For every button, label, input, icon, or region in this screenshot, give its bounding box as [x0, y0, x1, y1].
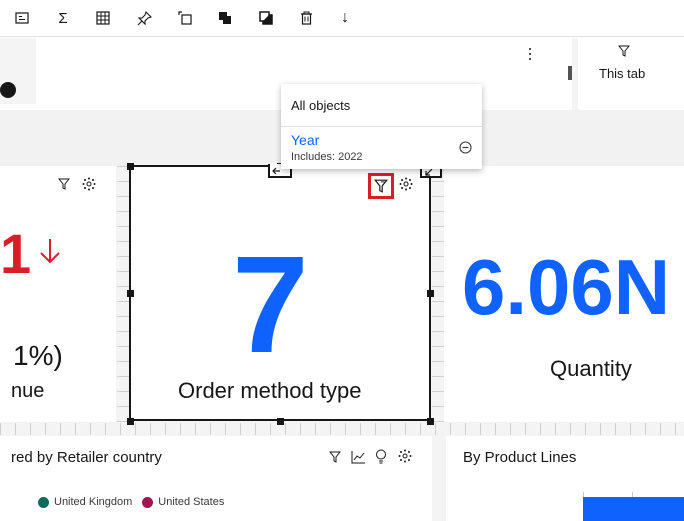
- legend-item[interactable]: United Kingdom: [38, 496, 132, 508]
- send-back-icon: [259, 11, 273, 25]
- overflow-menu-icon[interactable]: [523, 46, 537, 62]
- filter-icon[interactable]: [58, 178, 70, 190]
- arrow-down-icon: [40, 239, 60, 264]
- settings-icon[interactable]: [82, 177, 96, 191]
- chart-legend: United Kingdom United States: [38, 496, 234, 508]
- popover-divider: [281, 126, 482, 127]
- tab-filter-label: This tab: [599, 66, 646, 81]
- chart-bar[interactable]: [583, 497, 684, 521]
- filter-icon[interactable]: [329, 451, 341, 463]
- circle-icon: [0, 82, 16, 98]
- bring-to-front-button[interactable]: [213, 6, 237, 30]
- popover-header: All objects: [291, 98, 351, 113]
- chart-title: By Product Lines: [463, 449, 577, 466]
- resize-handle[interactable]: [277, 418, 284, 425]
- settings-icon[interactable]: [398, 449, 412, 463]
- filter-popover: All objects Year Includes: 2022: [281, 84, 482, 169]
- copy-icon: [178, 11, 192, 25]
- legend-label: United Kingdom: [54, 496, 133, 508]
- chart-title: red by Retailer country: [11, 449, 162, 466]
- lightbulb-icon[interactable]: [375, 449, 387, 464]
- filter-item-detail: Includes: 2022: [291, 151, 363, 163]
- resize-handle[interactable]: [127, 290, 134, 297]
- grid-ruler: [0, 423, 684, 435]
- bring-front-icon: [219, 12, 231, 24]
- kpi-value: 6.06N: [462, 243, 671, 331]
- filter-icon: [618, 45, 630, 57]
- resize-handle[interactable]: [427, 418, 434, 425]
- legend-swatch: [38, 496, 49, 508]
- remove-circle-icon[interactable]: [459, 141, 472, 154]
- summarize-button[interactable]: Σ: [51, 6, 75, 30]
- filter-button-highlighted[interactable]: [368, 173, 394, 199]
- data-items-icon: [15, 12, 29, 24]
- trash-icon: [300, 11, 312, 25]
- kpi-change-percent: 1%): [13, 340, 63, 371]
- data-items-button[interactable]: [10, 6, 34, 30]
- pin-icon: [137, 10, 152, 25]
- dashboard-root: Σ ↓ This tab 1 1%) nue 7 Order method ty…: [0, 0, 684, 521]
- kpi-label: Quantity: [550, 356, 632, 381]
- panel-resize-handle[interactable]: [568, 66, 572, 80]
- resize-handle[interactable]: [127, 418, 134, 425]
- legend-label: United States: [158, 496, 225, 508]
- top-card-left-fragment: [0, 38, 36, 104]
- arrow-down-icon: ↓: [341, 9, 349, 26]
- filter-item-name[interactable]: Year: [291, 132, 319, 148]
- kpi-value: 7: [232, 228, 309, 382]
- resize-handle[interactable]: [127, 163, 134, 170]
- send-to-back-button[interactable]: [254, 6, 278, 30]
- sigma-icon: Σ: [58, 9, 68, 27]
- delete-button[interactable]: [294, 6, 318, 30]
- kpi-label-fragment: nue: [11, 380, 45, 402]
- legend-item[interactable]: United States: [142, 496, 224, 508]
- download-button[interactable]: ↓: [333, 6, 357, 30]
- chart-gridline: [632, 492, 633, 497]
- kpi-value-fragment: 1: [0, 222, 32, 285]
- widget-toolbar: Σ ↓: [0, 0, 684, 37]
- settings-icon[interactable]: [399, 177, 413, 191]
- legend-swatch: [142, 496, 154, 508]
- table-icon: [96, 11, 110, 25]
- pin-button[interactable]: [132, 6, 156, 30]
- duplicate-button[interactable]: [173, 6, 197, 30]
- kpi-label: Order method type: [178, 378, 362, 403]
- resize-handle[interactable]: [427, 290, 434, 297]
- table-button[interactable]: [91, 6, 115, 30]
- filter-icon: [374, 179, 388, 193]
- line-chart-icon[interactable]: [351, 450, 366, 464]
